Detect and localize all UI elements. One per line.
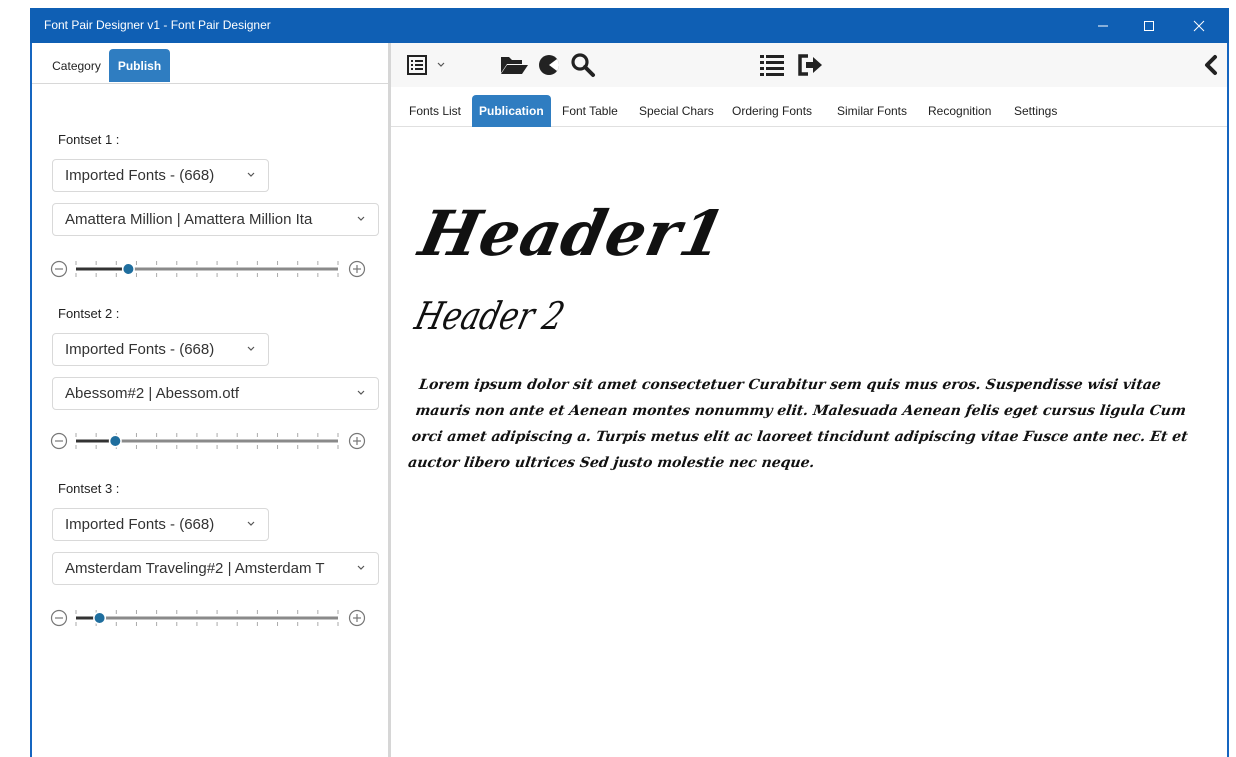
slider-thumb[interactable] — [123, 264, 134, 274]
fontset-2-size-slider[interactable] — [50, 429, 368, 453]
decrease-size-icon[interactable] — [50, 260, 68, 278]
tab-special-chars[interactable]: Special Chars — [639, 95, 714, 127]
decrease-size-icon[interactable] — [50, 609, 68, 627]
fontset-1-font-value: Amattera Million | Amattera Million Ita — [65, 211, 313, 228]
left-tabs: Category Publish — [32, 43, 388, 84]
close-button[interactable] — [1176, 8, 1222, 43]
fontset-2-category-value: Imported Fonts - (668) — [65, 341, 215, 358]
search-button[interactable] — [566, 49, 600, 81]
dropdown-chevron-icon — [437, 62, 445, 67]
chevron-down-icon — [246, 520, 256, 528]
decrease-size-icon[interactable] — [50, 432, 68, 450]
tab-ordering-fonts[interactable]: Ordering Fonts — [732, 95, 812, 127]
maximize-icon — [1144, 20, 1154, 31]
chevron-down-icon — [356, 215, 366, 223]
folder-open-icon — [501, 57, 528, 74]
maximize-button[interactable] — [1126, 8, 1172, 43]
fontset-3-category-value: Imported Fonts - (668) — [65, 516, 215, 533]
fontset-2-label: Fontset 2 : — [58, 306, 120, 321]
tab-category[interactable]: Category — [46, 49, 107, 82]
tab-recognition[interactable]: Recognition — [928, 95, 991, 127]
close-icon — [1193, 20, 1205, 31]
preview-header-1: Header1 — [413, 197, 733, 270]
tab-publish[interactable]: Publish — [109, 49, 170, 82]
tab-similar-fonts[interactable]: Similar Fonts — [837, 95, 907, 127]
fontset-1-category-select[interactable]: Imported Fonts - (668) — [52, 159, 269, 192]
preview-header-2: Header 2 — [410, 294, 569, 338]
title-bar: Font Pair Designer v1 - Font Pair Design… — [30, 8, 1229, 43]
search-icon — [571, 53, 595, 77]
fontset-1-category-value: Imported Fonts - (668) — [65, 167, 215, 184]
slider-thumb[interactable] — [110, 436, 121, 446]
open-folder-button[interactable] — [497, 49, 531, 81]
fontset-1-size-slider[interactable] — [50, 257, 368, 281]
main-tabs: Fonts List Publication Font Table Specia… — [391, 90, 1227, 127]
collapse-panel-button[interactable] — [1199, 49, 1223, 81]
chevron-down-icon — [246, 171, 256, 179]
fontset-1-label: Fontset 1 : — [58, 132, 120, 147]
fontset-2-font-value: Abessom#2 | Abessom.otf — [65, 385, 239, 402]
fontset-3-size-slider[interactable] — [50, 606, 368, 630]
left-panel: Category Publish Fontset 1 : Imported Fo… — [32, 43, 388, 757]
tab-fonts-list[interactable]: Fonts List — [409, 95, 461, 127]
chevron-down-icon — [356, 564, 366, 572]
export-icon — [798, 54, 822, 76]
publication-preview: Header1 Header 2 Lorem ipsum dolor sit a… — [391, 127, 1227, 757]
preview-body-text: Lorem ipsum dolor sit amet consectetuer … — [407, 377, 1189, 471]
export-button[interactable] — [793, 49, 827, 81]
view-menu-button[interactable] — [401, 49, 451, 81]
tab-font-table[interactable]: Font Table — [562, 95, 618, 127]
chevron-down-icon — [246, 345, 256, 353]
increase-size-icon[interactable] — [348, 260, 366, 278]
tab-settings[interactable]: Settings — [1014, 95, 1057, 127]
fontset-2-category-select[interactable]: Imported Fonts - (668) — [52, 333, 269, 366]
slider-thumb[interactable] — [94, 613, 105, 623]
chevron-down-icon — [356, 389, 366, 397]
fontset-3-label: Fontset 3 : — [58, 481, 120, 496]
minimize-icon — [1098, 25, 1108, 26]
minimize-button[interactable] — [1080, 8, 1126, 43]
list-view-icon — [407, 55, 427, 75]
contrast-icon — [539, 55, 559, 75]
fontset-3-font-select[interactable]: Amsterdam Traveling#2 | Amsterdam T — [52, 552, 379, 585]
fontset-3-font-value: Amsterdam Traveling#2 | Amsterdam T — [65, 560, 325, 577]
collapse-left-icon — [1205, 55, 1217, 75]
increase-size-icon[interactable] — [348, 609, 366, 627]
fontset-1-font-select[interactable]: Amattera Million | Amattera Million Ita — [52, 203, 379, 236]
increase-size-icon[interactable] — [348, 432, 366, 450]
tab-publication[interactable]: Publication — [472, 95, 551, 127]
list-icon — [760, 55, 784, 76]
fontset-2-font-select[interactable]: Abessom#2 | Abessom.otf — [52, 377, 379, 410]
fontset-3-category-select[interactable]: Imported Fonts - (668) — [52, 508, 269, 541]
toolbar — [391, 43, 1227, 87]
contrast-button[interactable] — [535, 49, 563, 81]
list-button[interactable] — [757, 49, 787, 81]
window-title: Font Pair Designer v1 - Font Pair Design… — [44, 18, 271, 32]
